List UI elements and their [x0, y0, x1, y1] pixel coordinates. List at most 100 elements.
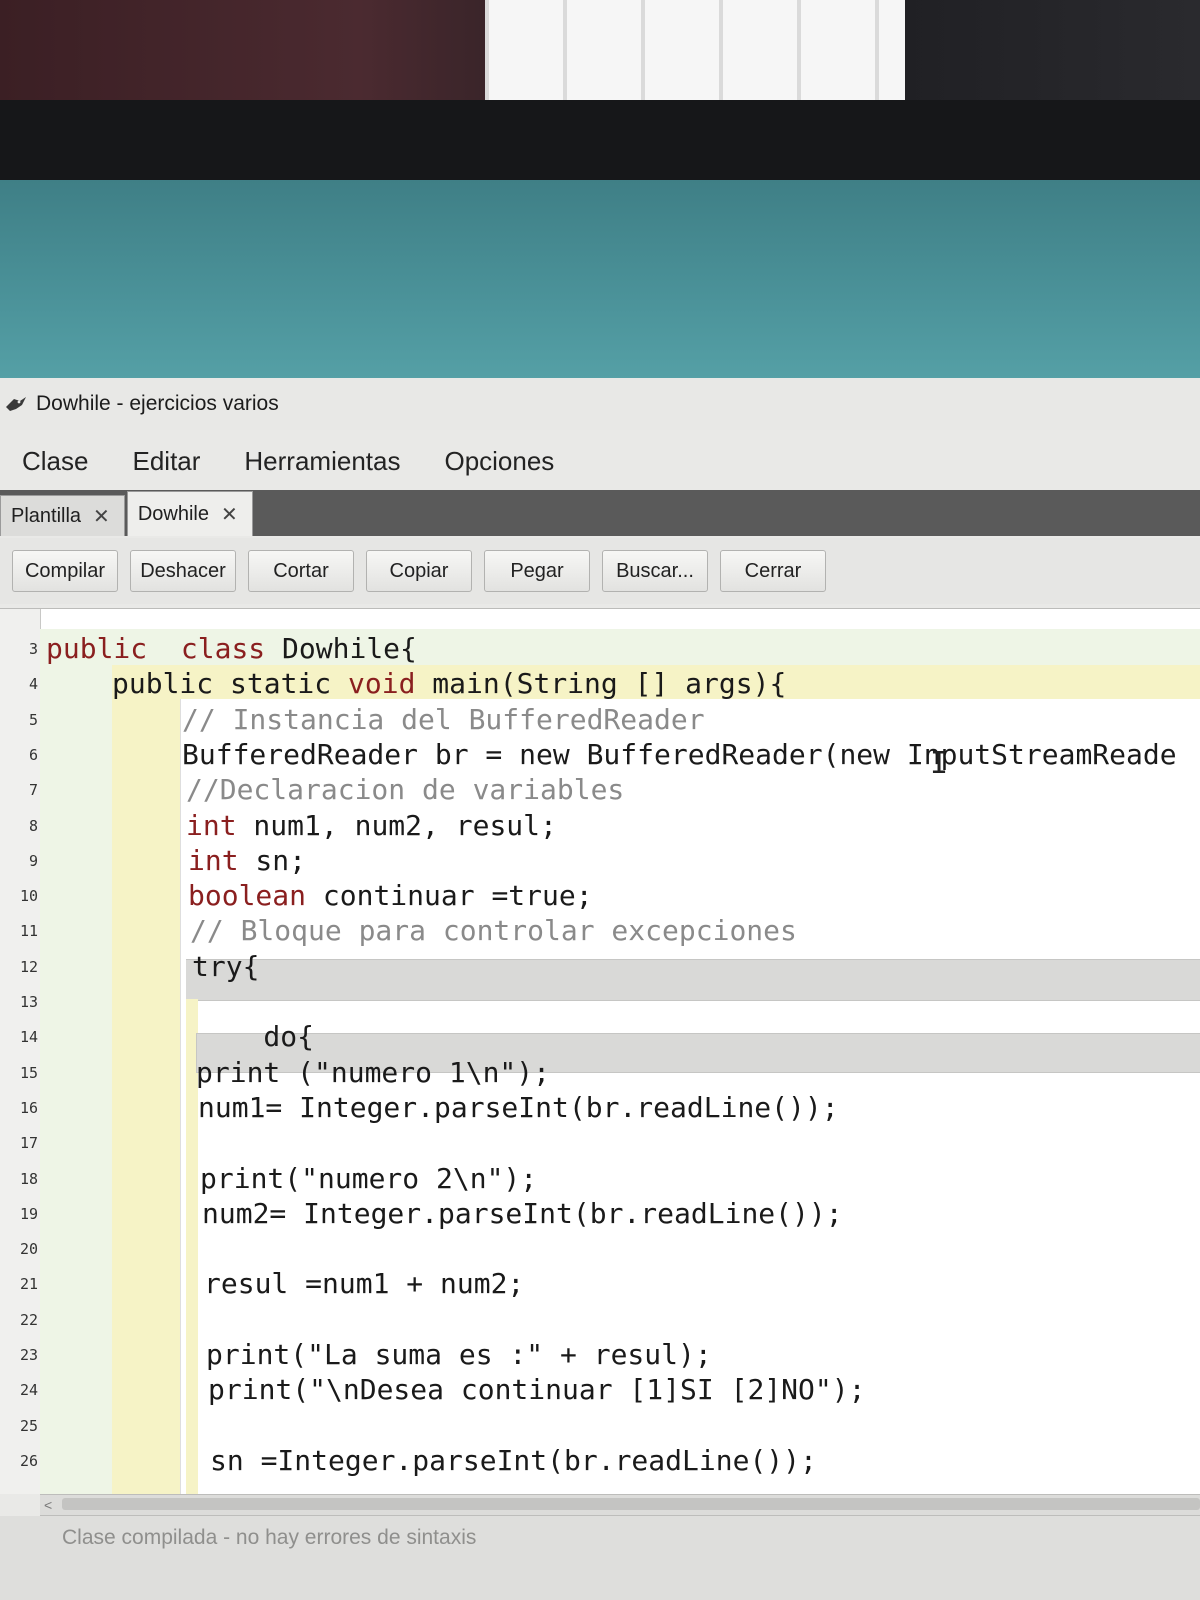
code-line[interactable]: 12 try{: [0, 949, 1200, 985]
code-token: sn =Integer.parseInt(br.readLine());: [210, 1443, 817, 1477]
code-token: BufferedReader br = new BufferedReader(n…: [182, 737, 1177, 771]
code-text: num1= Integer.parseInt(br.readLine());: [198, 1090, 839, 1126]
code-token: try{: [192, 949, 260, 983]
monitor-bezel: [0, 100, 1200, 190]
comment-token: // Bloque para controlar excepciones: [190, 914, 797, 948]
tab-plantilla[interactable]: Plantilla ✕: [0, 495, 125, 536]
code-line[interactable]: 20: [0, 1231, 1200, 1267]
horizontal-scrollbar[interactable]: <: [40, 1494, 1200, 1516]
scroll-left-icon[interactable]: <: [44, 1495, 52, 1515]
code-line[interactable]: 3 public class Dowhile{: [0, 631, 1200, 667]
code-line[interactable]: 10 boolean continuar =true;: [0, 878, 1200, 914]
code-token: Dowhile{: [265, 632, 417, 665]
cut-button[interactable]: Cortar: [248, 550, 354, 592]
code-line[interactable]: 8 int num1, num2, resul;: [0, 808, 1200, 844]
code-line[interactable]: 24 print("\nDesea continuar [1]SI [2]NO")…: [0, 1372, 1200, 1408]
line-number: 26: [19, 1451, 38, 1470]
line-number: 13: [19, 993, 38, 1011]
code-line[interactable]: 4 public static void main(String [] args)…: [0, 666, 1200, 702]
line-number: 6: [28, 745, 38, 764]
keyword-token: void: [348, 667, 416, 701]
code-text: print ("numero 1\n");: [196, 1055, 550, 1091]
menu-herramientas[interactable]: Herramientas: [244, 446, 400, 477]
menu-opciones[interactable]: Opciones: [444, 446, 554, 477]
code-text: print("La suma es :" + resul);: [206, 1337, 712, 1373]
menu-clase[interactable]: Clase: [22, 446, 88, 477]
find-button[interactable]: Buscar...: [602, 550, 708, 592]
code-token: print("numero 2\n");: [200, 1161, 538, 1195]
code-token: continuar =true;: [306, 879, 593, 913]
line-number: 19: [19, 1204, 38, 1223]
code-line[interactable]: 5 // Instancia del BufferedReader: [0, 702, 1200, 738]
code-line[interactable]: 15 print ("numero 1\n");: [0, 1055, 1200, 1091]
line-number: 16: [19, 1098, 38, 1117]
code-line[interactable]: 23 print("La suma es :" + resul);: [0, 1337, 1200, 1373]
close-button[interactable]: Cerrar: [720, 550, 826, 592]
text-cursor-icon: I: [930, 746, 949, 781]
tab-dowhile[interactable]: Dowhile ✕: [126, 491, 253, 536]
line-number: 15: [19, 1063, 38, 1082]
menu-bar: Clase Editar Herramientas Opciones: [0, 436, 1200, 486]
comment-token: // Instancia del BufferedReader: [182, 702, 705, 736]
code-line[interactable]: 9 int sn;: [0, 843, 1200, 879]
code-line[interactable]: 16 num1= Integer.parseInt(br.readLine());: [0, 1090, 1200, 1126]
line-number: 10: [19, 887, 38, 906]
copy-button[interactable]: Copiar: [366, 550, 472, 592]
undo-button[interactable]: Deshacer: [130, 550, 236, 592]
code-text: num2= Integer.parseInt(br.readLine());: [202, 1196, 843, 1232]
code-line[interactable]: 18 print("numero 2\n");: [0, 1161, 1200, 1197]
keyword-token: int: [188, 843, 239, 877]
title-bar: Dowhile - ejercicios varios: [0, 378, 1200, 430]
code-line[interactable]: 11 // Bloque para controlar excepciones: [0, 913, 1200, 949]
code-line[interactable]: 17: [0, 1125, 1200, 1161]
code-line[interactable]: 19 num2= Integer.parseInt(br.readLine());: [0, 1196, 1200, 1232]
code-token: print ("numero 1\n");: [196, 1055, 551, 1089]
scrollbar-thumb[interactable]: [62, 1498, 1200, 1510]
code-line[interactable]: 14 do{: [0, 1019, 1200, 1055]
code-text: //Declaracion de variables: [186, 772, 624, 808]
desktop-background: [0, 180, 1200, 380]
code-line[interactable]: 25: [0, 1408, 1200, 1444]
code-line[interactable]: 22: [0, 1302, 1200, 1338]
code-token: print("\nDesea continuar [1]SI [2]NO");: [208, 1373, 866, 1407]
tab-strip: Plantilla ✕ Dowhile ✕: [0, 490, 1200, 536]
line-number: 7: [28, 781, 38, 800]
code-text: print("\nDesea continuar [1]SI [2]NO");: [208, 1372, 865, 1408]
line-number: 11: [19, 922, 38, 941]
close-icon[interactable]: ✕: [221, 502, 238, 527]
code-token: num1, num2, resul;: [236, 808, 557, 842]
code-line[interactable]: 21 resul =num1 + num2;: [0, 1266, 1200, 1302]
code-token: resul =num1 + num2;: [204, 1267, 525, 1301]
line-number: 21: [19, 1275, 38, 1294]
code-line[interactable]: 26 sn =Integer.parseInt(br.readLine());: [0, 1443, 1200, 1479]
menu-editar[interactable]: Editar: [132, 446, 200, 477]
code-line[interactable]: 7 //Declaracion de variables: [0, 772, 1200, 808]
code-line[interactable]: 6 BufferedReader br = new BufferedReader(…: [0, 737, 1200, 773]
line-number: 8: [28, 816, 38, 835]
line-number: 20: [19, 1240, 38, 1259]
code-line[interactable]: 13: [0, 984, 1200, 1020]
code-token: sn;: [238, 843, 307, 877]
status-message: Clase compilada - no hay errores de sint…: [62, 1526, 477, 1549]
line-number: 23: [19, 1346, 38, 1364]
code-token: print("La suma es :" + resul);: [206, 1338, 712, 1371]
code-text: // Bloque para controlar excepciones: [190, 913, 797, 949]
compile-button[interactable]: Compilar: [12, 550, 118, 592]
keyword-token: class: [180, 632, 266, 665]
code-text: public class Dowhile{: [46, 631, 417, 667]
code-text: int num1, num2, resul;: [186, 808, 557, 844]
code-text: int sn;: [188, 843, 306, 879]
code-text: do{: [196, 1019, 314, 1055]
code-text: public static void main(String [] args){: [112, 666, 786, 702]
line-number: 9: [28, 851, 38, 870]
comment-token: //Declaracion de variables: [186, 773, 625, 807]
code-token: num2= Integer.parseInt(br.readLine());: [202, 1196, 843, 1230]
code-editor[interactable]: 3 public class Dowhile{4 public static voi…: [0, 608, 1200, 1494]
code-text: print("numero 2\n");: [200, 1161, 537, 1197]
paste-button[interactable]: Pegar: [484, 550, 590, 592]
code-token: num1= Integer.parseInt(br.readLine());: [198, 1090, 839, 1124]
line-number: 24: [19, 1381, 38, 1400]
line-number: 17: [19, 1134, 38, 1153]
code-text: // Instancia del BufferedReader: [182, 702, 705, 738]
close-icon[interactable]: ✕: [93, 504, 110, 529]
